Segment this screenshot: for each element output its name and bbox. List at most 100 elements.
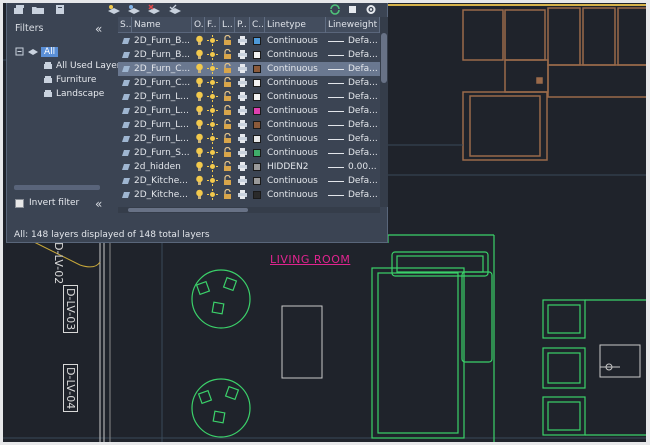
layer-row[interactable]: 2D_Furn_B... Continuous Defa... <box>118 48 380 62</box>
collapse-filters-button[interactable]: « <box>95 23 102 35</box>
sun-icon[interactable] <box>207 91 218 105</box>
layer-name[interactable]: 2d_hidden <box>134 160 191 174</box>
layer-color-swatch[interactable] <box>253 37 261 45</box>
layer-name[interactable]: 2D_Kitche... <box>134 188 191 202</box>
refresh-icon[interactable] <box>328 4 342 15</box>
invert-filter-checkbox[interactable] <box>15 198 24 208</box>
bulb-icon[interactable] <box>195 105 204 119</box>
layer-color-swatch[interactable] <box>253 79 261 87</box>
layer-linetype[interactable]: Continuous <box>267 104 325 118</box>
layer-status-icon[interactable] <box>121 191 131 205</box>
layer-color-swatch[interactable] <box>253 51 261 59</box>
filter-tree-item[interactable]: All Used Layers <box>43 59 125 72</box>
filter-scrollbar[interactable] <box>14 185 100 190</box>
layer-name[interactable]: 2D_Furn_C... <box>134 62 191 76</box>
sun-icon[interactable] <box>207 105 218 119</box>
layer-name[interactable]: 2D_Furn_B... <box>134 34 191 48</box>
layer-lineweight[interactable]: Defa... <box>348 104 380 118</box>
layer-horizontal-scrollbar[interactable] <box>118 207 380 213</box>
layer-lineweight[interactable]: Defa... <box>348 76 380 90</box>
new-group-filter-icon[interactable] <box>31 4 45 15</box>
bulb-icon[interactable] <box>195 189 204 203</box>
sun-icon[interactable] <box>207 147 218 161</box>
layer-name[interactable]: 2D_Kitche... <box>134 174 191 188</box>
layer-name[interactable]: 2D_Furn_S... <box>134 146 191 160</box>
layer-color-swatch[interactable] <box>253 191 261 199</box>
bulb-icon[interactable] <box>195 49 204 63</box>
layer-color-swatch[interactable] <box>253 135 261 143</box>
invert-filter-row[interactable]: Invert filter <box>15 198 79 208</box>
sun-icon[interactable] <box>207 175 218 189</box>
layer-lineweight[interactable]: Defa... <box>348 90 380 104</box>
layer-lineweight[interactable]: 0.00... <box>348 160 380 174</box>
printer-icon[interactable] <box>237 190 248 204</box>
bulb-icon[interactable] <box>195 63 204 77</box>
set-current-icon[interactable] <box>168 4 182 15</box>
col-plot[interactable]: P.. <box>235 17 250 33</box>
lock-icon[interactable] <box>223 77 232 91</box>
col-name[interactable]: Name <box>132 17 192 33</box>
col-freeze[interactable]: F.. <box>205 17 220 33</box>
tree-expand-icon[interactable] <box>15 47 25 56</box>
layer-linetype[interactable]: Continuous <box>267 132 325 146</box>
col-on[interactable]: O.. <box>192 17 205 33</box>
col-lineweight[interactable]: Lineweight <box>326 17 380 33</box>
layer-color-swatch[interactable] <box>253 65 261 73</box>
sun-icon[interactable] <box>207 35 218 49</box>
layer-row[interactable]: 2D_Furn_B... Continuous Defa... <box>118 34 380 48</box>
layer-lineweight[interactable]: Defa... <box>348 146 380 160</box>
layer-linetype[interactable]: Continuous <box>267 188 325 202</box>
bulb-icon[interactable] <box>195 161 204 175</box>
layer-lineweight[interactable]: Defa... <box>348 118 380 132</box>
layer-row[interactable]: 2D_Kitche... Continuous Defa... <box>118 174 380 188</box>
layer-linetype[interactable]: Continuous <box>267 146 325 160</box>
layer-lineweight[interactable]: Defa... <box>348 188 380 202</box>
lock-icon[interactable] <box>223 133 232 147</box>
layer-lineweight[interactable]: Defa... <box>348 62 380 76</box>
layer-name[interactable]: 2D_Furn_C... <box>134 76 191 90</box>
lock-icon[interactable] <box>223 189 232 203</box>
layer-row[interactable]: 2D_Kitche... Continuous Defa... <box>118 188 380 202</box>
settings-icon[interactable] <box>364 4 378 15</box>
lock-icon[interactable] <box>223 91 232 105</box>
layer-name[interactable]: 2D_Furn_B... <box>134 48 191 62</box>
layer-row[interactable]: 2D_Furn_L... Continuous Defa... <box>118 104 380 118</box>
layer-row[interactable]: 2d_hidden HIDDEN2 0.00... <box>118 160 380 174</box>
layer-color-swatch[interactable] <box>253 149 261 157</box>
lock-icon[interactable] <box>223 49 232 63</box>
lock-icon[interactable] <box>223 35 232 49</box>
layer-color-swatch[interactable] <box>253 107 261 115</box>
col-linetype[interactable]: Linetype <box>265 17 326 33</box>
bulb-icon[interactable] <box>195 119 204 133</box>
sun-icon[interactable] <box>207 189 218 203</box>
sun-icon[interactable] <box>207 119 218 133</box>
layer-name[interactable]: 2D_Furn_L... <box>134 90 191 104</box>
col-status[interactable]: S.. <box>118 17 132 33</box>
lock-icon[interactable] <box>223 175 232 189</box>
layer-row[interactable]: 2D_Furn_L... Continuous Defa... <box>118 132 380 146</box>
bulb-icon[interactable] <box>195 147 204 161</box>
layer-vertical-scrollbar[interactable] <box>380 17 388 207</box>
new-layer-icon[interactable] <box>107 4 121 15</box>
layer-states-manager-icon[interactable] <box>53 4 67 15</box>
layer-row[interactable]: 2D_Furn_L... Continuous Defa... <box>118 90 380 104</box>
layer-row[interactable]: 2D_Furn_C... Continuous Defa... <box>118 62 380 76</box>
bulb-icon[interactable] <box>195 35 204 49</box>
new-property-filter-icon[interactable] <box>13 4 27 15</box>
lock-icon[interactable] <box>223 119 232 133</box>
layer-row[interactable]: 2D_Furn_L... Continuous Defa... <box>118 118 380 132</box>
layer-linetype[interactable]: Continuous <box>267 34 325 48</box>
layer-linetype[interactable]: Continuous <box>267 62 325 76</box>
layer-color-swatch[interactable] <box>253 93 261 101</box>
layer-name[interactable]: 2D_Furn_L... <box>134 104 191 118</box>
layer-linetype[interactable]: Continuous <box>267 48 325 62</box>
layer-linetype[interactable]: Continuous <box>267 76 325 90</box>
collapse-tree-button[interactable]: « <box>95 198 102 210</box>
layer-color-swatch[interactable] <box>253 177 261 185</box>
layer-name[interactable]: 2D_Furn_L... <box>134 118 191 132</box>
col-color[interactable]: C.. <box>250 17 265 33</box>
layer-lineweight[interactable]: Defa... <box>348 34 380 48</box>
layer-linetype[interactable]: Continuous <box>267 174 325 188</box>
layer-row[interactable]: 2D_Furn_C... Continuous Defa... <box>118 76 380 90</box>
layer-lineweight[interactable]: Defa... <box>348 132 380 146</box>
